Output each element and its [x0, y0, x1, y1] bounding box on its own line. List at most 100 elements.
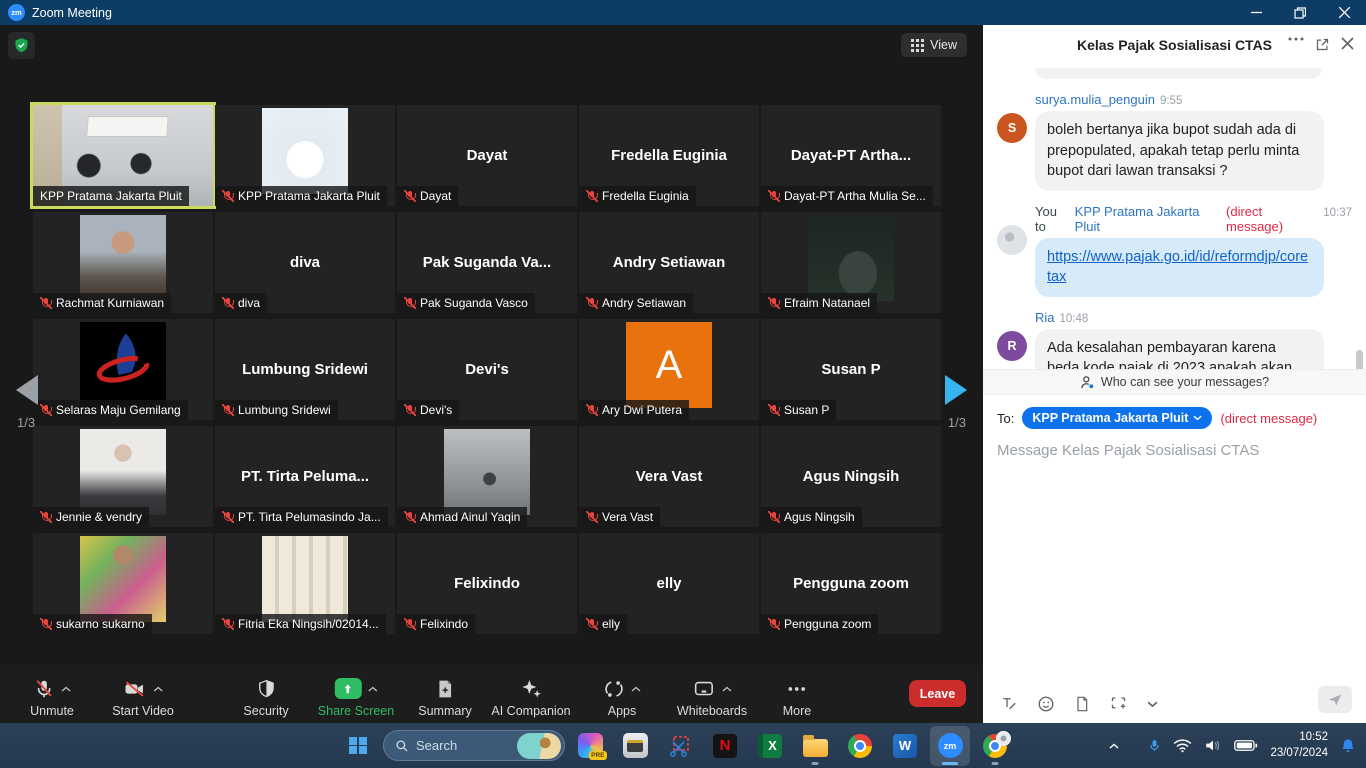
participant-tile[interactable]: Andry Setiawan Andry Setiawan: [579, 212, 759, 313]
chat-message-list[interactable]: S surya.mulia_penguin9:55 boleh bertanya…: [983, 65, 1366, 369]
message-link[interactable]: https://www.pajak.go.id/id/reformdjp/cor…: [1047, 249, 1308, 286]
close-button[interactable]: [1322, 0, 1366, 25]
search-highlight-image[interactable]: [517, 733, 561, 759]
notification-bell-icon[interactable]: [1340, 737, 1356, 755]
taskbar-chrome-profile-icon[interactable]: [975, 726, 1015, 766]
ai-companion-button[interactable]: AI Companion: [491, 675, 570, 718]
system-tray: 10:52 23/07/2024: [1108, 723, 1356, 768]
chat-popout-button[interactable]: [1315, 37, 1330, 52]
participant-tile[interactable]: Ahmad Ainul Yaqin: [397, 426, 577, 527]
previous-page-arrow[interactable]: [16, 375, 38, 405]
taskbar-clock[interactable]: 10:52 23/07/2024: [1270, 730, 1328, 761]
participant-tile[interactable]: PT. Tirta Peluma... PT. Tirta Pelumasind…: [215, 426, 395, 527]
recipient-selector[interactable]: KPP Pratama Jakarta Pluit: [1022, 407, 1212, 429]
participant-tile[interactable]: Fitria Eka Ningsih/02014...: [215, 533, 395, 634]
message-recipient[interactable]: KPP Pratama Jakarta Pluit: [1075, 204, 1221, 234]
view-button[interactable]: View: [901, 33, 967, 57]
participant-tile[interactable]: elly elly: [579, 533, 759, 634]
participant-label: KPP Pratama Jakarta Pluit: [33, 186, 189, 206]
message-input[interactable]: [997, 442, 1352, 459]
participant-tile[interactable]: Lumbung Sridewi Lumbung Sridewi: [215, 319, 395, 420]
participant-tile[interactable]: Pak Suganda Va... Pak Suganda Vasco: [397, 212, 577, 313]
summary-button[interactable]: Summary: [418, 675, 471, 718]
participant-tile[interactable]: Dayat Dayat: [397, 105, 577, 206]
participant-tile[interactable]: A Ary Dwi Putera: [579, 319, 759, 420]
participant-tile[interactable]: Pengguna zoom Pengguna zoom: [761, 533, 941, 634]
taskbar-search[interactable]: [383, 730, 565, 761]
apps-button[interactable]: Apps: [603, 675, 641, 718]
security-button[interactable]: Security: [243, 675, 288, 718]
chevron-up-icon[interactable]: [154, 686, 164, 692]
participant-tile[interactable]: Efraim Natanael: [761, 212, 941, 313]
chat-close-button[interactable]: [1341, 37, 1354, 50]
participant-tile[interactable]: Dayat-PT Artha... Dayat-PT Artha Mulia S…: [761, 105, 941, 206]
emoji-icon[interactable]: [1037, 695, 1055, 713]
taskbar-netflix-icon[interactable]: N: [705, 726, 745, 766]
chat-more-options-button[interactable]: [1288, 37, 1304, 41]
muted-mic-icon: [40, 297, 52, 309]
chevron-up-icon[interactable]: [368, 686, 378, 692]
message-author[interactable]: Ria: [1035, 310, 1055, 325]
wifi-icon[interactable]: [1173, 738, 1192, 753]
chevron-up-icon[interactable]: [61, 686, 71, 692]
chevron-up-icon[interactable]: [631, 686, 641, 692]
sparkle-icon: [519, 677, 543, 701]
more-button[interactable]: More: [783, 675, 811, 718]
muted-mic-icon: [404, 618, 416, 630]
taskbar-zoom-icon[interactable]: zm: [930, 726, 970, 766]
share-screen-button[interactable]: Share Screen: [318, 675, 394, 718]
participant-tile[interactable]: sukarno sukarno: [33, 533, 213, 634]
taskbar-file-explorer-icon[interactable]: [795, 726, 835, 766]
participant-label: Susan P: [761, 400, 836, 420]
taskbar-chrome-icon[interactable]: [840, 726, 880, 766]
meeting-info-shield-button[interactable]: [8, 32, 35, 59]
search-input[interactable]: [416, 738, 506, 753]
participant-label: Pak Suganda Vasco: [397, 293, 535, 313]
taskbar-copilot-icon[interactable]: PRE: [570, 726, 610, 766]
taskbar-word-icon[interactable]: W: [885, 726, 925, 766]
screenshot-icon[interactable]: [1109, 695, 1128, 713]
participant-tile[interactable]: Jennie & vendry: [33, 426, 213, 527]
muted-mic-icon: [768, 511, 780, 523]
volume-icon[interactable]: [1204, 738, 1222, 753]
next-page-arrow[interactable]: [945, 375, 967, 405]
message-visibility-notice[interactable]: Who can see your messages?: [983, 369, 1366, 394]
message-time: 9:55: [1160, 95, 1182, 107]
participant-tile[interactable]: Agus Ningsih Agus Ningsih: [761, 426, 941, 527]
taskbar-excel-icon[interactable]: X: [750, 726, 790, 766]
hidden-icons-chevron[interactable]: [1108, 742, 1120, 750]
participant-tile[interactable]: Felixindo Felixindo: [397, 533, 577, 634]
chevron-up-icon[interactable]: [722, 686, 732, 692]
participant-label: Ary Dwi Putera: [579, 400, 689, 420]
start-video-button[interactable]: Start Video: [112, 675, 174, 718]
muted-mic-icon: [586, 190, 598, 202]
participant-tile[interactable]: KPP Pratama Jakarta Pluit: [215, 105, 395, 206]
participant-label: Andry Setiawan: [579, 293, 693, 313]
minimize-button[interactable]: [1234, 0, 1278, 25]
participant-tile[interactable]: Selaras Maju Gemilang: [33, 319, 213, 420]
attach-file-icon[interactable]: [1074, 695, 1090, 713]
restore-button[interactable]: [1278, 0, 1322, 25]
participant-tile[interactable]: Devi's Devi's: [397, 319, 577, 420]
chevron-down-icon[interactable]: [1147, 701, 1158, 708]
participant-tile[interactable]: Fredella Euginia Fredella Euginia: [579, 105, 759, 206]
taskbar-snipping-tool-icon[interactable]: [660, 726, 700, 766]
whiteboards-button[interactable]: Whiteboards: [677, 675, 747, 718]
participant-tile[interactable]: diva diva: [215, 212, 395, 313]
avatar: S: [997, 113, 1027, 143]
participant-label: Agus Ningsih: [761, 507, 862, 527]
battery-icon[interactable]: [1234, 739, 1258, 752]
microphone-tray-icon[interactable]: [1148, 737, 1161, 754]
participant-tile[interactable]: Susan P Susan P: [761, 319, 941, 420]
participant-tile[interactable]: Vera Vast Vera Vast: [579, 426, 759, 527]
unmute-button[interactable]: Unmute: [30, 675, 74, 718]
send-button[interactable]: [1318, 686, 1352, 713]
taskbar-terminal-icon[interactable]: [615, 726, 655, 766]
participant-tile[interactable]: Rachmat Kurniawan: [33, 212, 213, 313]
chat-scrollbar[interactable]: [1356, 350, 1363, 369]
leave-button[interactable]: Leave: [909, 680, 966, 707]
participant-tile-active-speaker[interactable]: KPP Pratama Jakarta Pluit: [33, 105, 213, 206]
message-author[interactable]: surya.mulia_penguin: [1035, 92, 1155, 107]
start-button[interactable]: [338, 726, 378, 766]
format-text-icon[interactable]: [999, 695, 1018, 713]
